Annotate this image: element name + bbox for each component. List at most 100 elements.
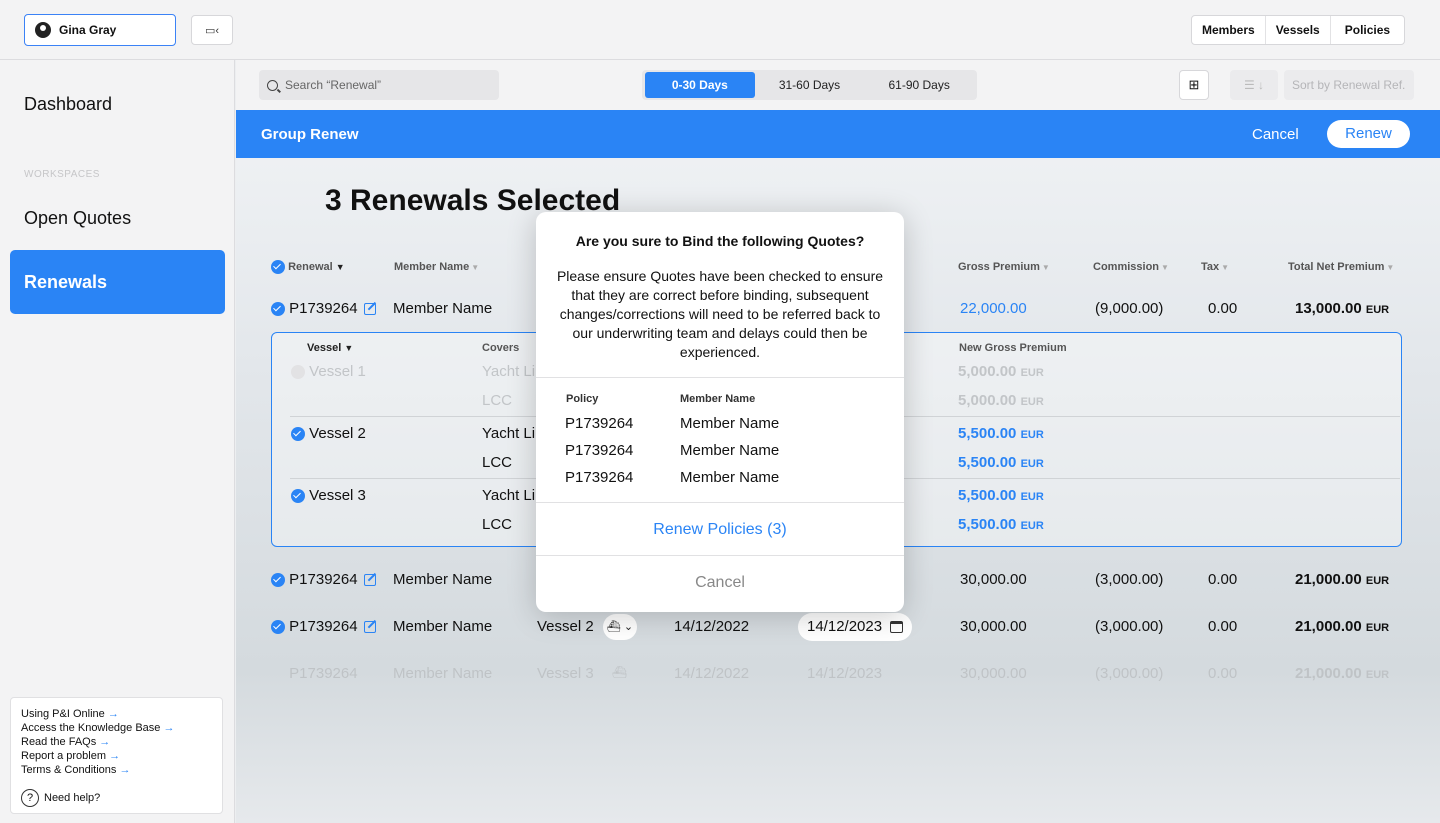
cover-premium: 5,500.00 EUR bbox=[958, 516, 1044, 533]
cover-premium: 5,500.00 EUR bbox=[958, 487, 1044, 504]
row-total: 21,000.00 EUR bbox=[1295, 618, 1390, 635]
dialog-title: Are you sure to Bind the following Quote… bbox=[575, 233, 865, 249]
row-total: 21,000.00 EUR bbox=[1295, 665, 1390, 682]
edit-icon[interactable] bbox=[363, 574, 376, 587]
sort-icon: ▼ bbox=[1161, 263, 1169, 272]
group-renew-button[interactable]: Renew bbox=[1327, 120, 1410, 148]
col-vessel[interactable]: Vessel ▼ bbox=[307, 342, 353, 354]
end-date-picker[interactable]: 14/12/2023 bbox=[798, 613, 913, 641]
nav-vessels[interactable]: Vessels bbox=[1266, 16, 1331, 44]
row-checkbox[interactable] bbox=[271, 573, 285, 588]
user-name: Gina Gray bbox=[59, 23, 117, 37]
group-cancel-button[interactable]: Cancel bbox=[1252, 126, 1299, 143]
col-renewal[interactable]: Renewal ▼ bbox=[271, 260, 345, 274]
row-vessel: Vessel 2 bbox=[537, 618, 594, 635]
vessel-row[interactable]: Vessel 3 bbox=[291, 487, 366, 504]
ship-icon: ⛴ bbox=[612, 665, 628, 679]
search-input[interactable]: Search “Renewal” bbox=[259, 70, 499, 100]
edit-icon[interactable] bbox=[363, 303, 376, 316]
row-checkbox[interactable] bbox=[271, 620, 285, 635]
help-link-report[interactable]: Report a problem → bbox=[21, 749, 222, 763]
vessel-type-dropdown[interactable]: ⛴ ⌄ bbox=[603, 614, 637, 640]
row-commission: (3,000.00) bbox=[1095, 618, 1164, 635]
row-checkbox[interactable] bbox=[271, 302, 285, 317]
arrow-right-icon: → bbox=[99, 736, 111, 748]
row-gross: 30,000.00 bbox=[960, 618, 1027, 635]
grid-view-button[interactable]: ⊞ bbox=[1179, 70, 1209, 100]
dialog-col-member: Member Name bbox=[680, 393, 756, 405]
row-total: 21,000.00 EUR bbox=[1295, 571, 1390, 588]
sort-down-icon: ▼ bbox=[335, 261, 345, 272]
table-row[interactable]: P1739264 bbox=[271, 571, 376, 588]
row-start-date: 14/12/2022 bbox=[674, 665, 750, 682]
col-commission[interactable]: Commission ▼ bbox=[1093, 261, 1169, 273]
help-link-using[interactable]: Using P&I Online → bbox=[21, 707, 222, 721]
arrow-right-icon: → bbox=[163, 722, 175, 734]
dialog-member: Member Name bbox=[680, 442, 780, 459]
bind-confirm-dialog: Are you sure to Bind the following Quote… bbox=[536, 212, 904, 612]
cover-name: Yacht Li bbox=[482, 363, 536, 380]
renew-policies-button[interactable]: Renew Policies (3) bbox=[536, 521, 904, 539]
table-row[interactable]: P1739264 bbox=[271, 618, 376, 635]
col-tax[interactable]: Tax ▼ bbox=[1201, 261, 1229, 273]
vessel-checkbox[interactable] bbox=[291, 489, 305, 504]
dialog-message: Please ensure Quotes have been checked t… bbox=[556, 268, 884, 360]
cover-name: Yacht Li bbox=[482, 425, 536, 442]
col-gross-premium[interactable]: Gross Premium ▼ bbox=[958, 261, 1050, 273]
dialog-policy: P1739264 bbox=[565, 442, 634, 459]
dialog-cancel-button[interactable]: Cancel bbox=[536, 574, 904, 592]
tab-31-60-days[interactable]: 31-60 Days bbox=[755, 72, 865, 98]
table-row[interactable]: P1739264 bbox=[271, 300, 376, 317]
dialog-member: Member Name bbox=[680, 415, 780, 432]
vessel-row[interactable]: Vessel 2 bbox=[291, 425, 366, 442]
sort-select[interactable]: Sort by Renewal Ref. bbox=[1284, 70, 1414, 100]
dialog-member: Member Name bbox=[680, 469, 780, 486]
grid-icon: ⊞ bbox=[1188, 77, 1200, 92]
col-member-name[interactable]: Member Name ▼ bbox=[394, 261, 479, 273]
select-all-checkbox[interactable] bbox=[271, 260, 285, 274]
sort-icon: ▼ bbox=[471, 263, 480, 272]
toggle-sidebar-button[interactable]: ▭‹ bbox=[191, 15, 233, 45]
sidebar-item-dashboard[interactable]: Dashboard bbox=[24, 94, 112, 115]
calendar-icon bbox=[890, 621, 904, 634]
help-link-faqs[interactable]: Read the FAQs → bbox=[21, 735, 222, 749]
table-row[interactable]: P1739264 bbox=[271, 665, 357, 682]
list-sort-icon: ☰ ↓ bbox=[1243, 78, 1265, 92]
user-avatar-icon bbox=[35, 22, 51, 38]
dialog-col-policy: Policy bbox=[566, 393, 599, 405]
sort-direction-button[interactable]: ☰ ↓ bbox=[1230, 70, 1278, 100]
nav-members[interactable]: Members bbox=[1192, 16, 1266, 44]
sort-down-icon: ▼ bbox=[344, 343, 354, 353]
question-icon: ? bbox=[21, 789, 39, 807]
need-help-link[interactable]: ? Need help? bbox=[21, 789, 100, 807]
row-tax: 0.00 bbox=[1208, 571, 1238, 588]
row-vessel: Vessel 3 bbox=[537, 665, 594, 682]
row-tax: 0.00 bbox=[1208, 300, 1238, 317]
col-total-net-premium[interactable]: Total Net Premium ▼ bbox=[1288, 261, 1394, 273]
sidebar-panel-icon: ▭‹ bbox=[204, 24, 220, 37]
divider bbox=[536, 502, 904, 503]
help-link-knowledge-base[interactable]: Access the Knowledge Base → bbox=[21, 721, 222, 735]
row-checkbox[interactable] bbox=[271, 667, 285, 681]
row-gross: 22,000.00 bbox=[960, 300, 1027, 317]
row-commission: (9,000.00) bbox=[1095, 300, 1164, 317]
arrow-right-icon: → bbox=[119, 764, 131, 776]
top-nav: Members Vessels Policies bbox=[1191, 15, 1406, 45]
vessel-checkbox[interactable] bbox=[291, 427, 305, 442]
user-menu-button[interactable]: Gina Gray bbox=[24, 14, 176, 46]
dialog-policy: P1739264 bbox=[565, 469, 634, 486]
vessel-checkbox[interactable] bbox=[291, 365, 305, 380]
sidebar-item-renewals[interactable]: Renewals bbox=[10, 250, 225, 314]
sidebar-item-open-quotes[interactable]: Open Quotes bbox=[24, 208, 131, 229]
tab-61-90-days[interactable]: 61-90 Days bbox=[864, 72, 974, 98]
tab-0-30-days[interactable]: 0-30 Days bbox=[645, 72, 755, 98]
edit-icon[interactable] bbox=[363, 621, 376, 634]
cover-premium: 5,500.00 EUR bbox=[958, 454, 1044, 471]
vessel-row[interactable]: Vessel 1 bbox=[291, 363, 366, 380]
cover-name: Yacht Li bbox=[482, 487, 536, 504]
days-tabs: 0-30 Days 31-60 Days 61-90 Days bbox=[642, 70, 977, 100]
help-link-terms[interactable]: Terms & Conditions → bbox=[21, 763, 222, 777]
nav-policies[interactable]: Policies bbox=[1331, 16, 1404, 44]
cover-name: LCC bbox=[482, 392, 513, 409]
cover-premium: 5,000.00 EUR bbox=[958, 363, 1044, 380]
